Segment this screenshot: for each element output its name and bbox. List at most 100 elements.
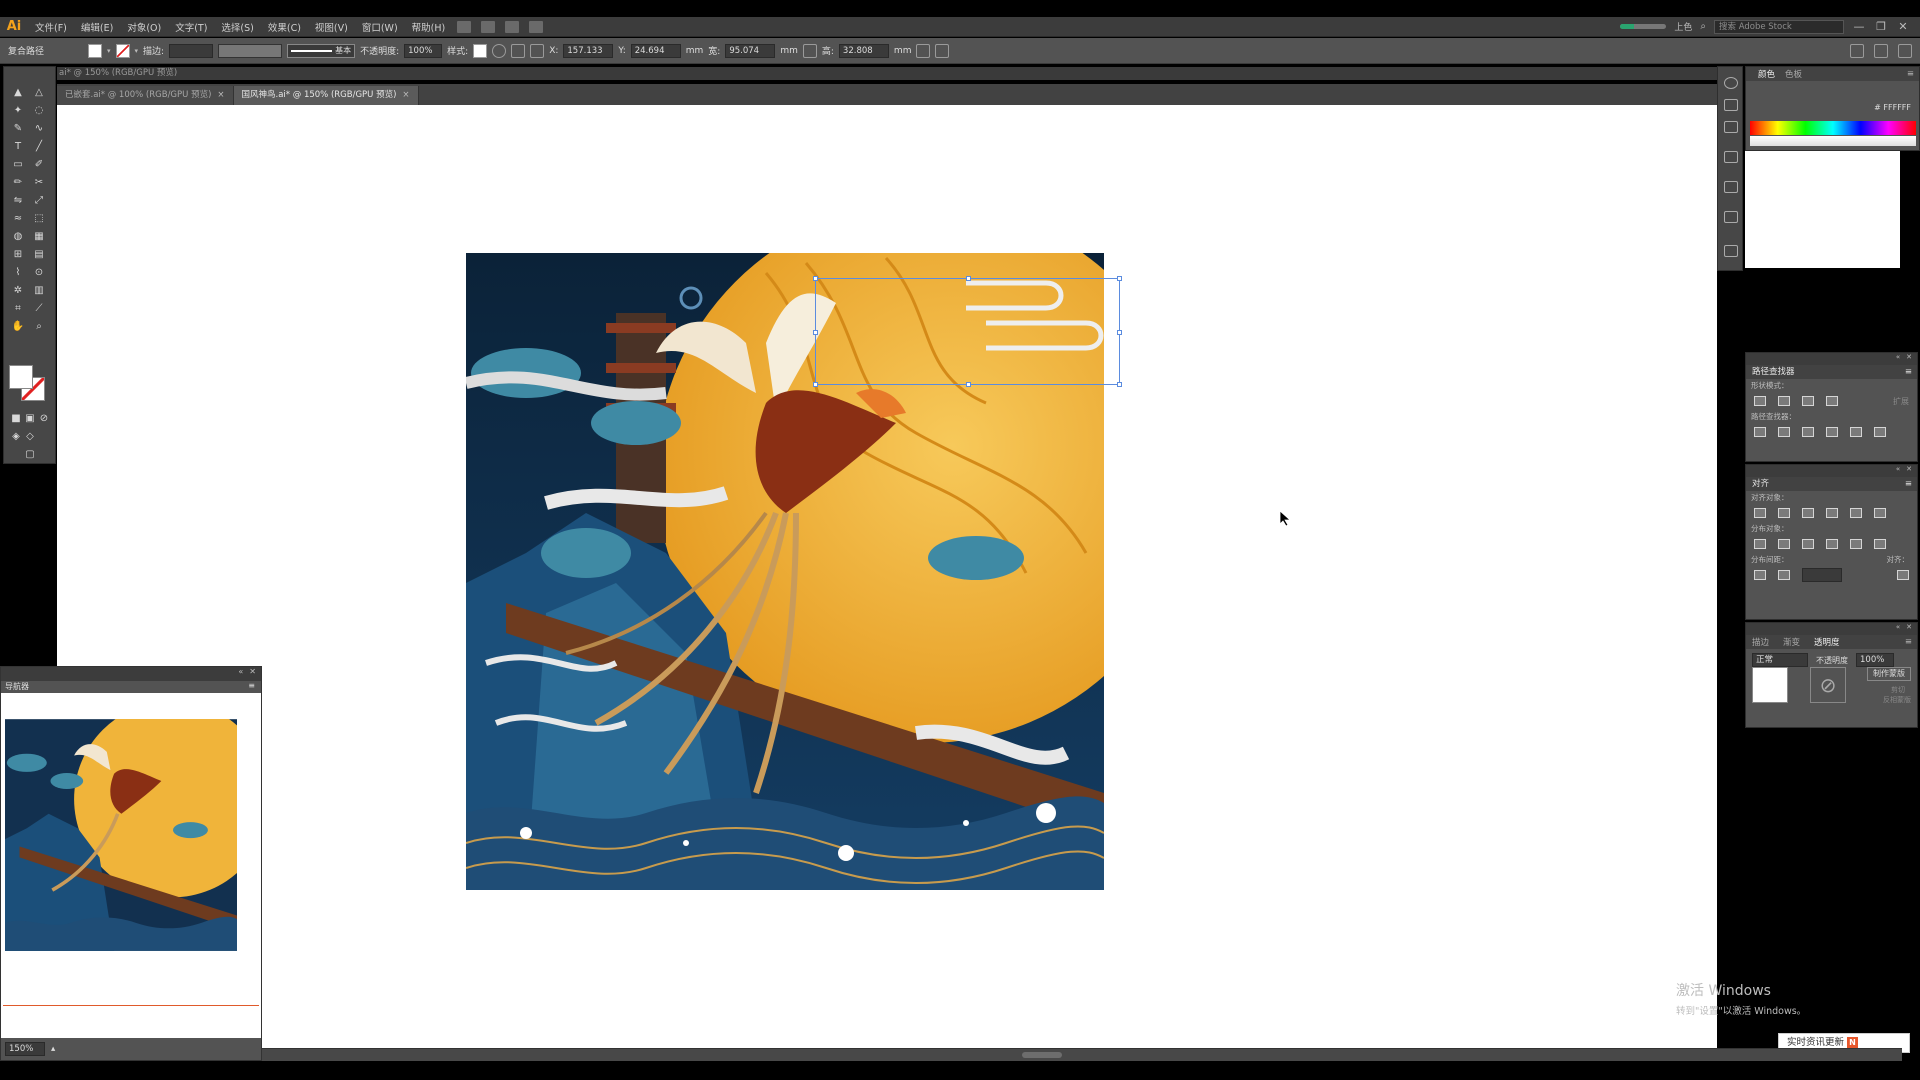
recolor-artwork-icon[interactable] [492, 43, 507, 58]
stock-search-input[interactable]: 搜索 Adobe Stock [1714, 19, 1844, 34]
menu-edit[interactable]: 编辑(E) [74, 20, 120, 34]
doc-tab-2[interactable]: 国风神鸟.ai* @ 150% (RGB/GPU 预览) × [233, 86, 419, 105]
intersect-icon[interactable] [1802, 396, 1814, 406]
warp-tool-icon[interactable]: ≈ [10, 211, 26, 225]
tab-swatches[interactable]: 色板 [1785, 68, 1802, 80]
align-vcenter-icon[interactable] [1850, 508, 1862, 518]
align-bottom-icon[interactable] [1874, 508, 1886, 518]
eyedropper-icon[interactable]: ⌇ [10, 265, 26, 279]
type-tool-icon[interactable]: T [10, 139, 26, 153]
graphic-style-swatch[interactable] [473, 43, 488, 58]
scale-tool-icon[interactable]: ⤢ [31, 193, 47, 207]
collapse-icon[interactable]: « [1896, 353, 1900, 365]
menu-type[interactable]: 文字(T) [168, 20, 214, 34]
distribute-vcenter-icon[interactable] [1778, 539, 1790, 549]
none-mode-icon[interactable]: ⊘ [36, 411, 52, 425]
close-icon[interactable]: ✕ [1906, 353, 1912, 365]
send-icon[interactable] [529, 20, 544, 33]
panel-menu-icon[interactable]: ≡ [1905, 637, 1912, 647]
symbol-sprayer-icon[interactable]: ✲ [10, 283, 26, 297]
graph-tool-icon[interactable]: ▥ [31, 283, 47, 297]
y-input[interactable]: 24.694 [630, 43, 681, 58]
arrange-documents-icon[interactable] [481, 20, 496, 33]
resize-handle[interactable] [813, 276, 818, 281]
unite-icon[interactable] [1754, 396, 1766, 406]
outline-icon[interactable] [1850, 427, 1862, 437]
align-left-icon[interactable] [1754, 508, 1766, 518]
resize-handle[interactable] [966, 276, 971, 281]
opacity-input[interactable]: 100% [1856, 653, 1894, 667]
magic-wand-icon[interactable]: ✦ [10, 103, 26, 117]
vertical-spacing-icon[interactable] [1754, 570, 1766, 580]
spectrum-shade[interactable] [1750, 136, 1916, 146]
variable-width-profile[interactable] [218, 43, 283, 58]
arrange-layout-icon[interactable] [505, 20, 520, 33]
stroke-swatch-control[interactable] [115, 43, 130, 58]
libraries-icon[interactable] [1724, 211, 1738, 223]
link-icon[interactable] [802, 43, 817, 58]
horizontal-spacing-icon[interactable] [1778, 570, 1790, 580]
selection-bounding-box[interactable] [813, 276, 1122, 387]
mesh-tool-icon[interactable]: ⊞ [10, 247, 26, 261]
distribute-left-icon[interactable] [1826, 539, 1838, 549]
tab-stroke[interactable]: 描边 [1752, 636, 1769, 648]
menu-help[interactable]: 帮助(H) [405, 20, 453, 34]
panel-menu-icon[interactable]: ≡ [1907, 69, 1914, 79]
panel-menu-icon[interactable]: ≡ [1905, 477, 1912, 491]
hand-tool-icon[interactable]: ✋ [10, 319, 26, 333]
screen-mode-icon[interactable]: ▢ [22, 447, 38, 461]
minus-front-icon[interactable] [1778, 396, 1790, 406]
export-icon[interactable] [1724, 151, 1738, 163]
hex-value[interactable]: FFFFFF [1883, 103, 1911, 112]
clip-checkbox[interactable]: 剪切 [1891, 685, 1905, 695]
divide-icon[interactable] [1754, 427, 1766, 437]
menu-select[interactable]: 选择(S) [214, 20, 260, 34]
resize-handle[interactable] [1117, 382, 1122, 387]
navigator-tab[interactable]: 导航器 [5, 681, 29, 693]
panel-options-icon[interactable] [1874, 43, 1888, 58]
minus-back-icon[interactable] [1874, 427, 1886, 437]
close-icon[interactable]: ✕ [1906, 623, 1912, 635]
menu-view[interactable]: 视图(V) [308, 20, 355, 34]
menu-object[interactable]: 对象(O) [120, 20, 168, 34]
lasso-icon[interactable]: ◌ [31, 103, 47, 117]
menu-file[interactable]: 文件(F) [28, 20, 74, 34]
close-icon[interactable]: ✕ [1906, 465, 1912, 477]
paintbrush-icon[interactable]: ✐ [31, 157, 47, 171]
artboard-tool-icon[interactable]: ⌗ [10, 301, 26, 315]
layers-icon[interactable] [1724, 245, 1738, 257]
color-panel-icon[interactable] [1724, 77, 1738, 89]
symbols-icon[interactable] [1724, 181, 1738, 193]
stroke-weight-input[interactable] [169, 43, 214, 58]
scrollbar-thumb[interactable] [1022, 1052, 1062, 1058]
distribute-hcenter-icon[interactable] [1850, 539, 1862, 549]
reflect-tool-icon[interactable]: ⇋ [10, 193, 26, 207]
merge-icon[interactable] [1802, 427, 1814, 437]
bridge-icon[interactable] [457, 20, 472, 33]
swatches-icon[interactable] [1724, 99, 1738, 111]
spacing-input[interactable] [1802, 568, 1842, 582]
zoom-tool-icon[interactable]: ⌕ [31, 319, 47, 333]
menu-effect[interactable]: 效果(C) [261, 20, 308, 34]
width-input[interactable]: 95.074 [725, 43, 776, 58]
navigator-view-box[interactable] [3, 1005, 259, 1006]
zoom-input[interactable]: 150% [5, 1042, 45, 1056]
align-hcenter-icon[interactable] [1778, 508, 1790, 518]
opacity-input[interactable]: 100% [404, 43, 443, 58]
brushes-icon[interactable] [1724, 121, 1738, 133]
panel-menu-icon[interactable]: ≡ [1905, 365, 1912, 379]
collapse-icon[interactable]: « [1896, 623, 1900, 635]
horizontal-scrollbar[interactable] [262, 1048, 1902, 1061]
align-to-icon[interactable] [511, 43, 526, 58]
color-spectrum[interactable] [1750, 121, 1916, 135]
resize-handle[interactable] [1117, 330, 1122, 335]
close-icon[interactable]: ✕ [249, 667, 256, 681]
blend-tool-icon[interactable]: ⊙ [31, 265, 47, 279]
exclude-icon[interactable] [1826, 396, 1838, 406]
tab-transparency[interactable]: 透明度 [1814, 636, 1840, 648]
align-title[interactable]: 对齐 [1752, 477, 1769, 491]
trim-icon[interactable] [1778, 427, 1790, 437]
arrange-icon[interactable] [1850, 43, 1864, 58]
transform-icon[interactable] [916, 43, 931, 58]
draw-behind-icon[interactable]: ◇ [22, 429, 38, 443]
